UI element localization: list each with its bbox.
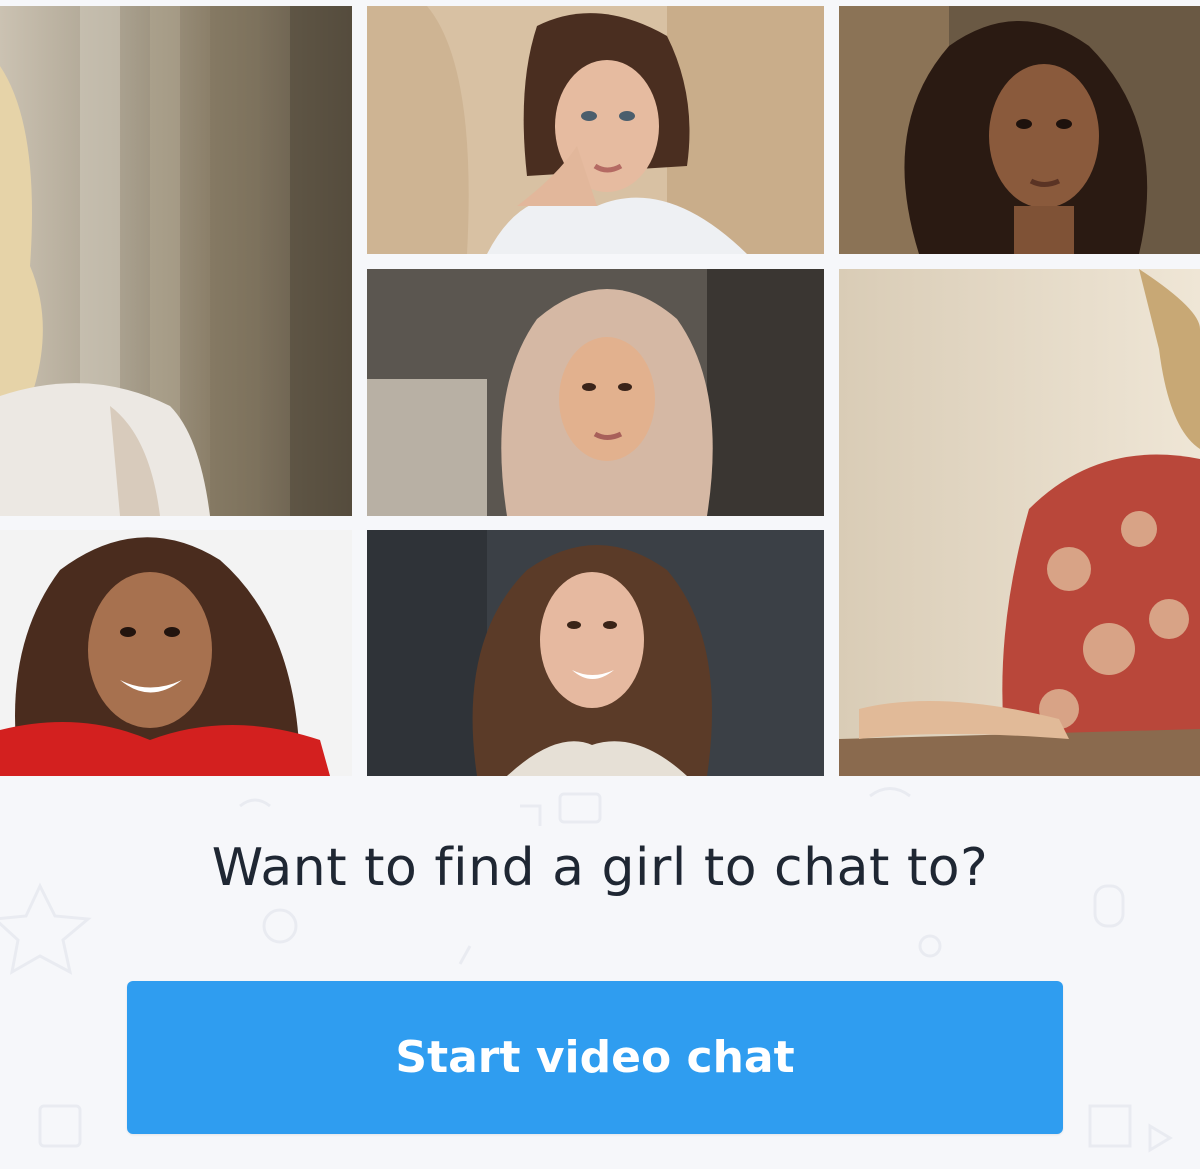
video-chat-promo-page: Want to find a girl to chat to? Start vi… <box>0 0 1200 1169</box>
start-video-chat-label: Start video chat <box>395 1032 795 1083</box>
profile-photo-woman-red-floral-dress[interactable] <box>839 269 1200 776</box>
promo-headline: Want to find a girl to chat to? <box>211 838 989 898</box>
profile-photo-woman-hijab[interactable] <box>367 269 824 516</box>
start-video-chat-button[interactable]: Start video chat <box>127 981 1063 1134</box>
profile-photo-woman-curly-hair[interactable] <box>839 6 1200 254</box>
profile-photo-blonde-woman[interactable] <box>0 6 352 516</box>
profile-photo-woman-smiling[interactable] <box>367 530 824 776</box>
profile-photo-woman-red-top[interactable] <box>0 530 352 776</box>
profile-photo-woman-white-robe[interactable] <box>367 6 824 254</box>
